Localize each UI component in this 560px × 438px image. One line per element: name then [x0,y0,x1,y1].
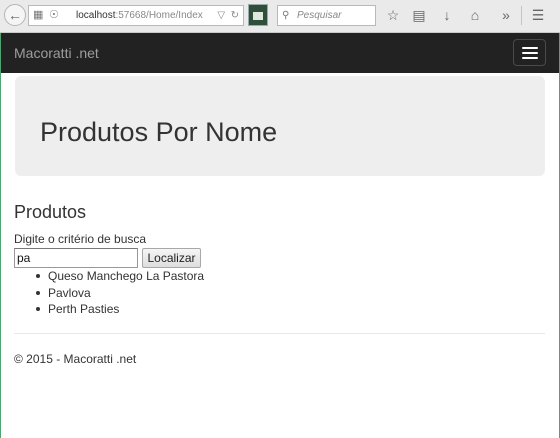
search-label: Digite o critério de busca [14,232,147,246]
jumbotron: Produtos Por Nome [15,76,545,176]
site-info-icon[interactable]: ▦ [33,6,43,25]
globe-icon: ☉ [49,9,59,21]
browser-toolbar: ← ▦ ☉ localhost:57668/Home/Index ▽ ↻ ⚲ P… [0,0,560,33]
page-title: Produtos Por Nome [40,117,278,147]
download-icon[interactable]: ↓ [438,6,456,24]
url-text[interactable]: localhost:57668/Home/Index [76,6,203,25]
search-box[interactable]: ⚲ Pesquisar [277,5,376,26]
page-thumbnail-icon[interactable] [248,4,268,26]
navbar: Macoratti .net [1,33,559,73]
url-host: localhost [76,10,116,21]
search-placeholder: Pesquisar [297,10,342,21]
hamburger-menu-icon[interactable] [513,39,546,66]
toolbar-separator [521,6,522,25]
dropdown-arrow-icon[interactable]: ▽ [217,10,225,21]
search-icon: ⚲ [282,10,290,21]
section-heading: Produtos [14,202,87,222]
reload-icon[interactable]: ↻ [231,10,239,21]
brand-link[interactable]: Macoratti .net [14,33,99,73]
list-item: Pavlova [34,285,204,302]
menu-icon[interactable]: ☰ [529,6,547,24]
list-item: Queso Manchego La Pastora [34,268,204,285]
web-page: Macoratti .net Produtos Por Nome Produto… [0,33,560,438]
results-list: Queso Manchego La Pastora Pavlova Perth … [34,268,204,318]
divider [14,333,545,334]
back-arrow-icon[interactable]: ← [4,4,26,26]
footer-text: © 2015 - Macoratti .net [14,352,137,366]
home-icon[interactable]: ⌂ [466,6,484,24]
list-item: Perth Pasties [34,301,204,318]
bookmark-star-icon[interactable]: ☆ [384,6,402,24]
search-input[interactable] [14,248,138,268]
overflow-chevron-icon[interactable]: » [497,6,515,24]
url-path: :57668/Home/Index [115,10,203,21]
search-button[interactable]: Localizar [142,248,201,268]
address-bar[interactable]: ▦ ☉ localhost:57668/Home/Index ▽ ↻ [28,5,244,26]
reading-list-icon[interactable]: ▤ [410,6,428,24]
